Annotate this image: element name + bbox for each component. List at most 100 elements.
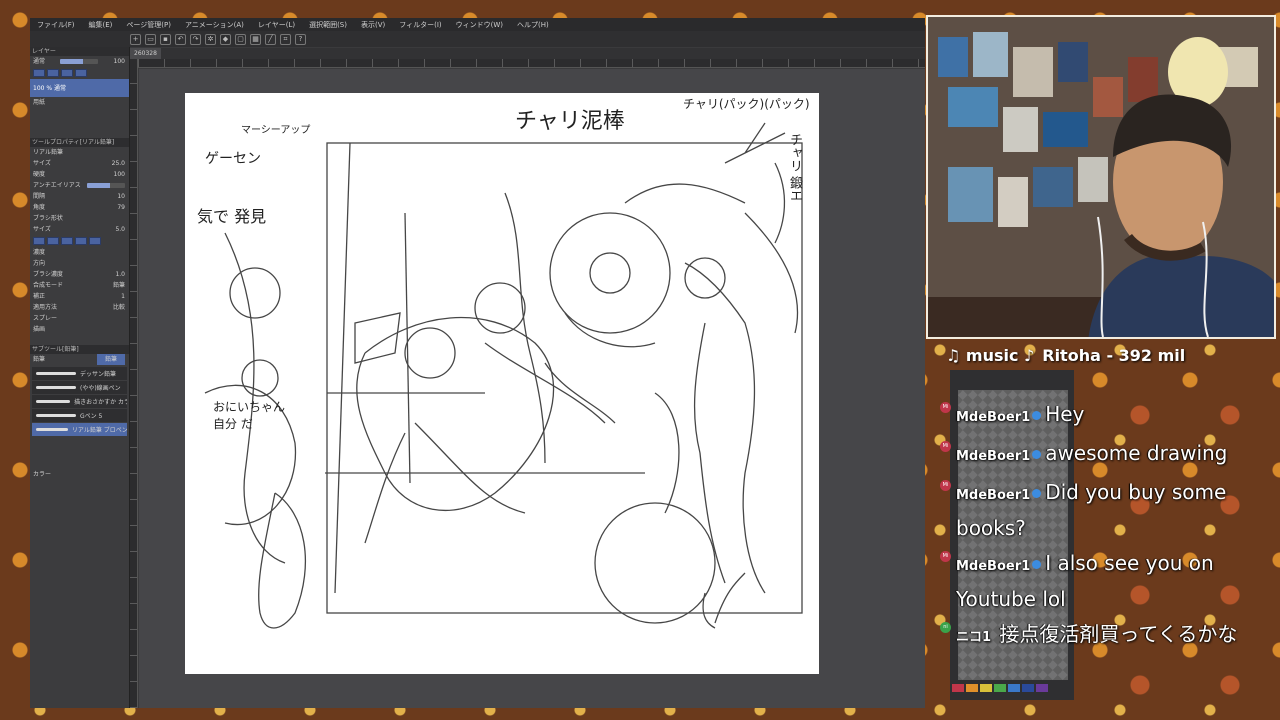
menu-filter[interactable]: フィルター(I) [392,20,448,30]
chat-message: ni ニコ1 接点復活剤買ってくるかな [940,618,1240,654]
chat-text: 接点復活剤買ってくるかな [999,622,1238,646]
property-row[interactable]: 描画 [30,324,129,335]
layer-item[interactable]: 用紙 [30,97,129,108]
subtool-item[interactable]: 描きおさかすか カラー [32,395,127,408]
layer-item[interactable]: 100 % 通常 [30,79,129,97]
property-value[interactable]: 10 [117,191,125,202]
subtool-item[interactable]: デッサン鉛筆 [32,367,127,380]
layer-opacity-value[interactable]: 100 [114,56,125,67]
property-row[interactable]: スプレー [30,313,129,324]
now-playing: ♫ music ♪ Ritoha - 392 mil [946,346,1226,368]
settings-icon[interactable]: ✲ [205,33,216,45]
transform-icon[interactable]: ▢ [235,33,246,45]
property-value[interactable]: 1 [121,291,125,302]
property-row[interactable]: アンチエイリアス [30,180,129,191]
sketch-note: おにいちゃん 自分 だ [213,400,286,431]
ruler-left [130,59,138,708]
menu-edit[interactable]: 編集(E) [82,20,120,30]
color-swatch[interactable] [1036,684,1048,692]
subtool-item[interactable]: (やや)線画ペン [32,381,127,394]
opacity-slider[interactable] [60,59,99,64]
property-row[interactable]: サイズ 25.0 [30,158,129,169]
property-value[interactable]: 比較 [113,302,125,313]
fill-icon[interactable]: ◆ [220,33,231,45]
color-swatch[interactable] [1008,684,1020,692]
menu-window[interactable]: ウィンドウ(W) [449,20,510,30]
shape-swatch[interactable] [33,237,45,245]
menu-animation[interactable]: アニメーション(A) [178,20,251,30]
layer-tools [30,67,129,79]
menu-bar: ファイル(F) 編集(E) ページ管理(P) アニメーション(A) レイヤー(L… [30,18,925,31]
color-set-row[interactable]: カラー [30,469,129,480]
webcam-scene [928,17,1274,337]
property-row[interactable]: 方向 [30,258,129,269]
subtool-list: デッサン鉛筆 (やや)線画ペン 描きおさかすか カラー Gペン 5 リアル鉛筆 … [30,365,129,439]
chat-message: Mi MdeBoer1 Hey [940,398,1240,434]
property-row[interactable]: 合成モード 鉛筆 [30,280,129,291]
undo-icon[interactable]: ↶ [175,33,186,45]
property-value[interactable]: 25.0 [112,158,125,169]
ruler-icon[interactable]: ╱ [265,33,276,45]
select-icon[interactable]: ▦ [250,33,261,45]
mask-icon[interactable] [75,69,87,77]
property-value[interactable]: 鉛筆 [113,280,125,291]
drawing-canvas[interactable]: チャリ泥棒 チャリ(パック)(パック) マーシーアップ ゲーセン 気で 発見 チ… [185,93,819,674]
property-row[interactable]: サイズ 5.0 [30,224,129,235]
stroke-preview [36,414,76,417]
property-row[interactable]: 適用方法 比較 [30,302,129,313]
snap-icon[interactable]: ⌗ [280,33,291,45]
shape-swatch[interactable] [61,237,73,245]
help-icon[interactable]: ? [295,33,306,45]
color-set-select[interactable]: カラー [33,469,51,480]
color-swatch[interactable] [980,684,992,692]
color-swatch[interactable] [966,684,978,692]
tool-property-title: ツールプロパティ[リアル鉛筆] [30,138,129,147]
property-label: ブラシ濃度 [33,271,63,278]
open-icon[interactable]: ▭ [145,33,156,45]
redo-icon[interactable]: ↷ [190,33,201,45]
property-row[interactable]: 角度 79 [30,202,129,213]
subtool-label: (やや)線画ペン [80,385,121,392]
property-row[interactable]: 濃度 [30,247,129,258]
property-row[interactable]: ブラシ濃度 1.0 [30,269,129,280]
color-swatch[interactable] [1022,684,1034,692]
subtool-item[interactable]: Gペン 5 [32,409,127,422]
shape-swatch[interactable] [75,237,87,245]
document-tab[interactable]: 260328 [130,48,161,59]
new-icon[interactable]: + [130,33,141,45]
subtool-tab-active[interactable]: 鉛筆 [96,354,125,365]
shape-swatch[interactable] [89,237,101,245]
menu-view[interactable]: 表示(V) [354,20,392,30]
clip-icon[interactable] [47,69,59,77]
subtool-label: Gペン 5 [80,413,103,420]
subtool-tab[interactable]: 鉛筆 [33,354,45,365]
canvas-area[interactable]: チャリ泥棒 チャリ(パック)(パック) マーシーアップ ゲーセン 気で 発見 チ… [139,69,925,708]
menu-page[interactable]: ページ管理(P) [119,20,178,30]
antialias-slider[interactable] [87,183,125,188]
layer-panel-title: レイヤー [30,47,129,56]
property-row[interactable]: 間隔 10 [30,191,129,202]
property-value[interactable]: 100 [114,169,125,180]
brush-shape-grid [30,235,129,247]
ref-icon[interactable] [61,69,73,77]
lock-icon[interactable] [33,69,45,77]
menu-selection[interactable]: 選択範囲(S) [302,20,354,30]
color-swatch[interactable] [952,684,964,692]
chat-username: MdeBoer1 [956,488,1031,503]
menu-help[interactable]: ヘルプ(H) [510,20,556,30]
property-value[interactable]: 79 [117,202,125,213]
property-row[interactable]: 補正 1 [30,291,129,302]
color-swatch[interactable] [994,684,1006,692]
blend-mode-select[interactable]: 通常 [33,56,45,67]
menu-layer[interactable]: レイヤー(L) [251,20,302,30]
subtool-item[interactable]: リアル鉛筆 ブロペンEx用 [32,423,127,436]
property-value[interactable]: 5.0 [115,224,125,235]
property-value[interactable]: 1.0 [115,269,125,280]
save-icon[interactable]: ▪ [160,33,171,45]
left-panels: レイヤー 通常 100 100 % 通常 用紙 ツールプロパティ[リアル鉛筆] … [30,47,130,708]
menu-file[interactable]: ファイル(F) [30,20,82,30]
shape-swatch[interactable] [47,237,59,245]
property-row[interactable]: ブラシ形状 [30,213,129,224]
user-badge-icon: Mi [940,402,951,413]
property-row[interactable]: 硬度 100 [30,169,129,180]
